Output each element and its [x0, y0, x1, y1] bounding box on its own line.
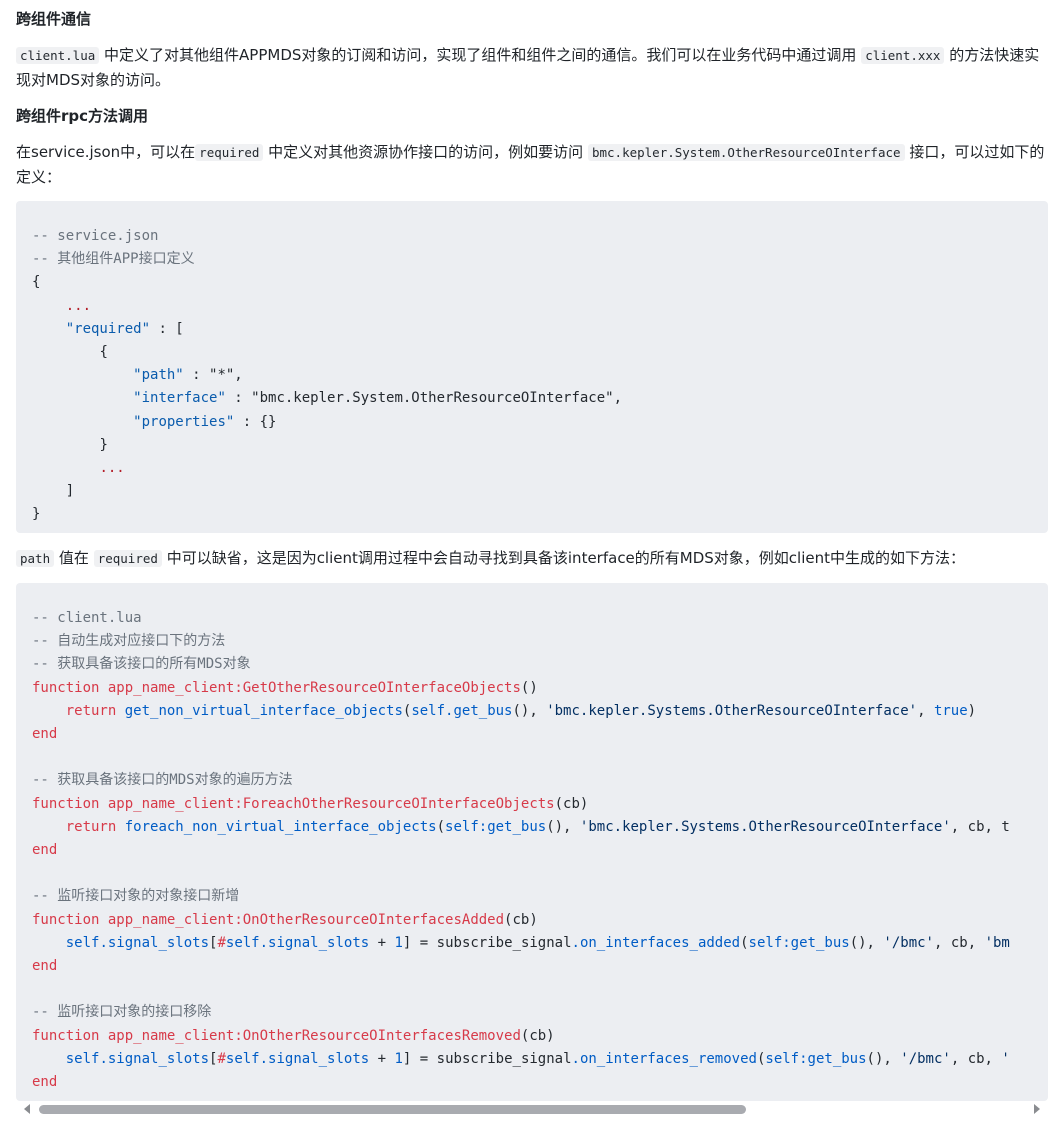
paragraph-text: 在service.json中，可以在	[16, 143, 196, 161]
code-content: -- service.json -- 其他组件APP接口定义 { ... "re…	[32, 228, 623, 523]
scroll-left-arrow-icon[interactable]	[24, 1104, 30, 1114]
code-content: -- client.lua -- 自动生成对应接口下的方法 -- 获取具备该接口…	[32, 610, 1010, 1091]
inline-code-required: required	[195, 144, 264, 161]
inline-code-interface-name: bmc.kepler.System.OtherResourceOInterfac…	[587, 144, 905, 161]
scroll-right-arrow-icon[interactable]	[1034, 1104, 1040, 1114]
heading-cross-component-communication: 跨组件通信	[16, 10, 92, 28]
inline-code-path: path	[16, 550, 55, 567]
inline-code-required: required	[93, 550, 162, 567]
paragraph-text: 中可以缺省，这是因为client调用过程中会自动寻找到具备该interface的…	[166, 549, 966, 567]
heading-rpc-method-call: 跨组件rpc方法调用	[16, 107, 149, 125]
inline-code-client-xxx: client.xxx	[861, 47, 945, 64]
paragraph-text: 中定义了对其他组件APPMDS对象的订阅和访问，实现了组件和组件之间的通信。我们…	[104, 46, 857, 64]
paragraph-path-default: path 值在 required 中可以缺省，这是因为client调用过程中会自…	[16, 546, 1046, 571]
code-block-client-lua: -- client.lua -- 自动生成对应接口下的方法 -- 获取具备该接口…	[16, 583, 1048, 1101]
paragraph-text: 值在	[58, 549, 89, 567]
document-page: 跨组件通信 client.lua 中定义了对其他组件APPMDS对象的订阅和访问…	[0, 0, 1058, 1124]
inline-code-client-lua: client.lua	[16, 47, 100, 64]
paragraph-service-json: 在service.json中，可以在 required 中定义对其他资源协作接口的…	[16, 140, 1046, 190]
code-block-service-json: -- service.json -- 其他组件APP接口定义 { ... "re…	[16, 201, 1048, 533]
paragraph-client-lua: client.lua 中定义了对其他组件APPMDS对象的订阅和访问，实现了组件…	[16, 43, 1046, 93]
scrollbar-thumb[interactable]	[39, 1105, 746, 1114]
paragraph-text: 中定义对其他资源协作接口的访问，例如要访问	[268, 143, 584, 161]
horizontal-scrollbar[interactable]	[16, 1101, 1048, 1117]
